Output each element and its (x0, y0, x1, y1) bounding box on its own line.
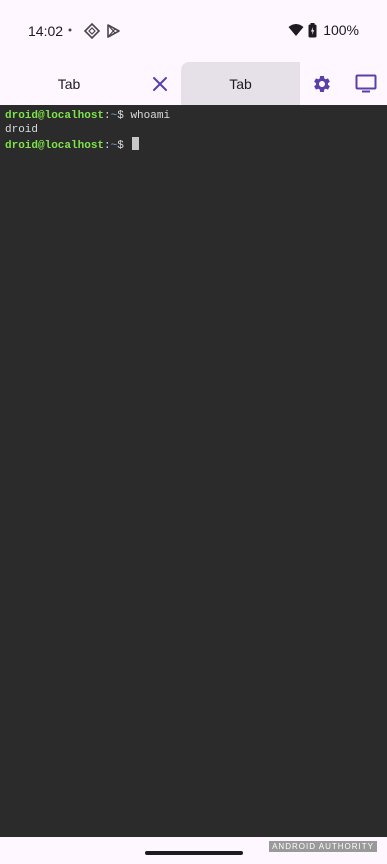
command-output: droid (5, 123, 39, 136)
prompt-user: droid@localhost (5, 140, 105, 152)
gesture-handle[interactable] (145, 851, 243, 855)
battery-icon (308, 22, 317, 37)
terminal-line: droid@localhost:~$ (5, 137, 387, 152)
status-bar: 14:02 100% (0, 0, 387, 62)
battery-percentage: 100% (323, 22, 359, 38)
terminal-line: droid@localhost:~$ whoami (5, 110, 387, 124)
prompt-separator: : (104, 110, 111, 122)
diamond-app-icon (84, 23, 100, 39)
tab-2[interactable]: Tab (181, 62, 300, 105)
navigation-bar: ANDROID AUTHORITY (0, 837, 387, 864)
command-text: whoami (130, 110, 171, 122)
close-icon[interactable] (150, 74, 170, 94)
status-time: 14:02 (28, 23, 64, 39)
dot-icon (68, 28, 72, 32)
gear-icon[interactable] (312, 74, 332, 94)
tab-bar: Tab Tab (0, 62, 387, 105)
terminal-cursor (132, 137, 140, 150)
tab-1-label: Tab (57, 76, 81, 92)
prompt-symbol: $ (117, 110, 131, 122)
wifi-icon (288, 24, 304, 36)
tab-2-label: Tab (229, 76, 252, 92)
prompt-user: droid@localhost (5, 110, 105, 122)
play-store-icon (107, 24, 120, 38)
prompt-symbol: $ (117, 140, 131, 152)
prompt-separator: : (104, 140, 111, 152)
tab-1[interactable]: Tab (0, 62, 181, 105)
terminal-view[interactable]: droid@localhost:~$ whoami droid droid@lo… (0, 105, 387, 837)
monitor-icon[interactable] (355, 74, 377, 94)
watermark: ANDROID AUTHORITY (269, 841, 377, 852)
terminal-line: droid (5, 124, 387, 138)
